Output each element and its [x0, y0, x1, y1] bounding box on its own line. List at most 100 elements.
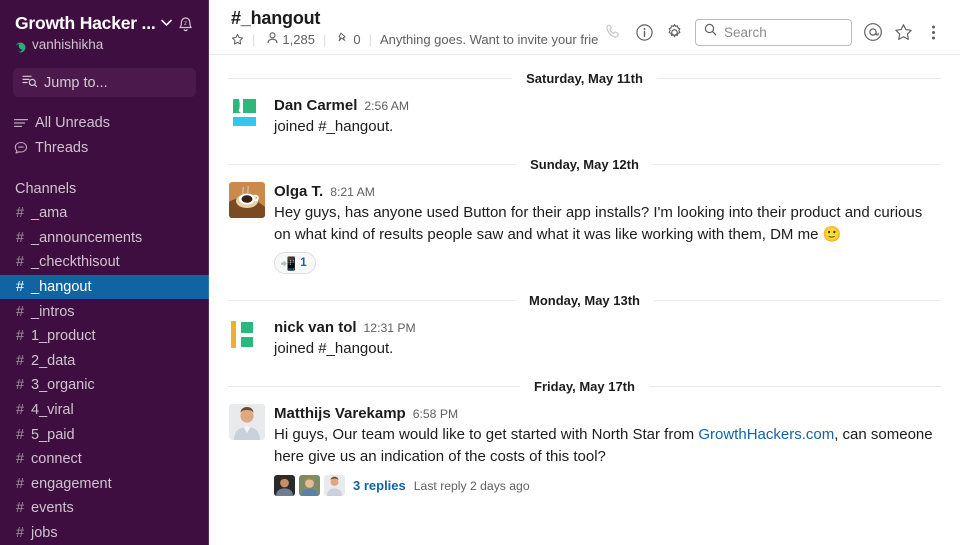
sidebar-channel-5_paid[interactable]: # 5_paid — [0, 422, 209, 447]
sidebar-channel-_intros[interactable]: # _intros — [0, 299, 209, 324]
sidebar-channel-_announcements[interactable]: # _announcements — [0, 226, 209, 251]
message-text: joined #_hangout. — [274, 118, 394, 135]
date-label: Saturday, May 11th — [526, 70, 643, 86]
hash-icon: # — [16, 451, 25, 468]
sidebar-item-all-unreads[interactable]: All Unreads — [0, 110, 209, 135]
header-actions: Search — [599, 7, 948, 47]
thread-participants — [274, 475, 349, 496]
bell-snooze-icon[interactable]: z — [176, 13, 195, 33]
mobile-arrow-reaction[interactable]: 📲 1 — [274, 252, 316, 274]
date-divider: Friday, May 17th — [209, 375, 960, 397]
channel-label: 1_product — [31, 328, 96, 345]
avatar[interactable] — [324, 475, 345, 496]
pin-count[interactable]: 0 — [334, 32, 361, 47]
members-count[interactable]: 1,285 — [263, 32, 315, 47]
hash-icon: # — [16, 254, 25, 271]
sidebar-channel-_checkthisout[interactable]: # _checkthisout — [0, 250, 209, 275]
pin-count-value: 0 — [353, 32, 361, 47]
thread-summary[interactable]: 3 replies Last reply 2 days ago — [274, 475, 940, 496]
thread-last-reply: Last reply 2 days ago — [413, 478, 530, 493]
hash-icon: # — [16, 426, 25, 443]
reactions: 📲 1 — [274, 252, 940, 274]
sidebar-channel-2_data[interactable]: # 2_data — [0, 349, 209, 374]
workspace-username[interactable]: vanhishikha — [32, 37, 103, 53]
message-author[interactable]: nick van tol — [274, 318, 357, 337]
jump-to-search[interactable]: Jump to... — [13, 68, 196, 97]
sidebar: Growth Hacker ... z vanhishikha Jump to.… — [0, 0, 209, 545]
message-author[interactable]: Olga T. — [274, 182, 323, 201]
slack-window: Growth Hacker ... z vanhishikha Jump to.… — [0, 0, 960, 545]
channel-label: events — [31, 500, 74, 517]
channels-section-title[interactable]: Channels — [0, 178, 209, 200]
hash-icon: # — [16, 279, 25, 296]
search-input[interactable]: Search — [695, 18, 852, 46]
date-label: Monday, May 13th — [529, 292, 641, 308]
sidebar-channel-3_organic[interactable]: # 3_organic — [0, 373, 209, 398]
hash-icon: # — [16, 525, 25, 542]
message-author[interactable]: Dan Carmel — [274, 96, 357, 115]
info-button[interactable] — [629, 17, 659, 47]
reaction-count: 1 — [300, 257, 307, 269]
sidebar-channel-4_viral[interactable]: # 4_viral — [0, 398, 209, 423]
more-button[interactable] — [918, 17, 948, 47]
sidebar-item-threads[interactable]: Threads — [0, 135, 209, 160]
growthhackers-link[interactable]: GrowthHackers.com — [698, 426, 834, 443]
hash-icon: # — [16, 500, 25, 517]
starred-button[interactable] — [888, 17, 918, 47]
sidebar-channel-1_product[interactable]: # 1_product — [0, 324, 209, 349]
mentions-button[interactable] — [858, 17, 888, 47]
date-label: Sunday, May 12th — [530, 156, 639, 172]
message: Olga T. 8:21 AM Hey guys, has anyone use… — [209, 177, 960, 277]
workspace-name[interactable]: Growth Hacker ... — [15, 12, 156, 34]
page-title[interactable]: #_hangout — [231, 7, 599, 29]
date-divider: Sunday, May 12th — [209, 153, 960, 175]
message-list[interactable]: Saturday, May 11th Dan Carmel 2:56 AM jo… — [209, 55, 960, 545]
away-moon-icon — [15, 40, 26, 52]
avatar[interactable] — [229, 182, 265, 218]
avatar[interactable] — [229, 318, 265, 354]
hash-icon: # — [16, 402, 25, 419]
message-time: 6:58 PM — [412, 407, 459, 421]
hash-icon: # — [16, 328, 25, 345]
avatar[interactable] — [229, 96, 265, 132]
date-label: Friday, May 17th — [534, 378, 635, 394]
sidebar-channel-_ama[interactable]: # _ama — [0, 201, 209, 226]
settings-button[interactable] — [659, 17, 689, 47]
call-button[interactable] — [599, 17, 629, 47]
pin-icon — [338, 32, 349, 47]
sidebar-channel-events[interactable]: # events — [0, 496, 209, 521]
date-divider: Monday, May 13th — [209, 289, 960, 311]
thread-replies-link[interactable]: 3 replies — [353, 478, 406, 493]
channel-label: _checkthisout — [31, 254, 120, 271]
sidebar-channel-jobs[interactable]: # jobs — [0, 521, 209, 545]
members-count-value: 1,285 — [282, 32, 315, 47]
channel-list: # _ama # _announcements # _checkthisout … — [0, 201, 209, 545]
chevron-down-icon[interactable] — [160, 12, 172, 34]
channel-topic[interactable]: Anything goes. Want to invite your frien… — [380, 32, 599, 47]
message-time: 8:21 AM — [330, 185, 375, 199]
meta-separator: | — [322, 32, 327, 47]
sidebar-channel-connect[interactable]: # connect — [0, 447, 209, 472]
avatar[interactable] — [229, 404, 265, 440]
message-text: joined #_hangout. — [274, 340, 394, 357]
message-author[interactable]: Matthijs Varekamp — [274, 404, 406, 423]
message-text-before-link: Hi guys, Our team would like to get star… — [274, 426, 699, 443]
channel-label: 2_data — [31, 352, 76, 369]
avatar[interactable] — [299, 475, 320, 496]
jump-to-icon — [22, 74, 38, 92]
channel-label: 5_paid — [31, 426, 75, 443]
search-icon — [704, 23, 717, 41]
workspace-header[interactable]: Growth Hacker ... z vanhishikha — [0, 0, 209, 57]
sidebar-nav: All Unreads Threads — [0, 110, 209, 160]
star-outline-icon[interactable] — [231, 33, 244, 46]
jump-to-label: Jump to... — [44, 74, 108, 91]
channel-label: 3_organic — [31, 377, 95, 394]
meta-separator: | — [368, 32, 372, 47]
avatar[interactable] — [274, 475, 295, 496]
sidebar-channel-_hangout[interactable]: # _hangout — [0, 274, 209, 300]
hash-icon: # — [16, 229, 25, 246]
reaction-emoji: 📲 — [280, 255, 297, 271]
sidebar-channel-engagement[interactable]: # engagement — [0, 472, 209, 497]
person-icon — [267, 32, 278, 47]
date-divider: Saturday, May 11th — [209, 67, 960, 89]
